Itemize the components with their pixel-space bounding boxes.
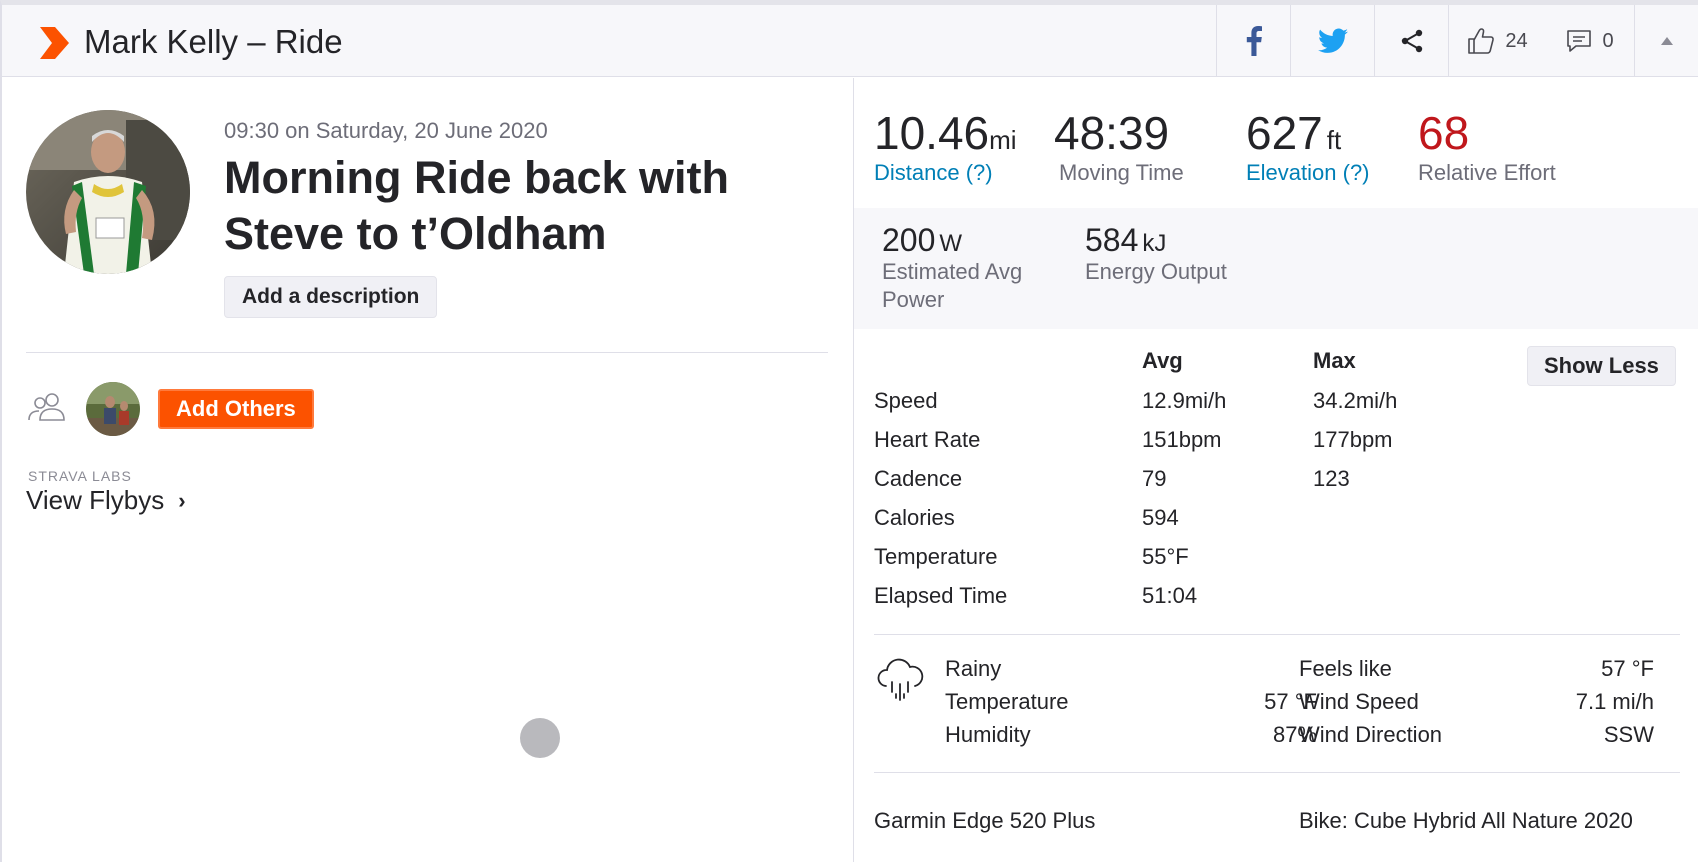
row-max: 34.2mi/h (1313, 388, 1398, 413)
view-flybys-link[interactable]: View Flybys › (26, 485, 186, 516)
wind-speed-value: 7.1 mi/h (1575, 689, 1654, 714)
header-title: Mark Kelly – Ride (84, 23, 343, 60)
energy-unit: kJ (1142, 230, 1167, 257)
share-twitter-button[interactable] (1290, 5, 1374, 77)
show-less-button[interactable]: Show Less (1527, 346, 1676, 386)
weather-humidity-label: Humidity (945, 722, 1031, 747)
energy-stat: 584 kJ Energy Output (1085, 222, 1227, 286)
power-label-line2: Power (882, 287, 945, 312)
strava-chevron-icon (40, 27, 69, 59)
activity-summary-panel: 09:30 on Saturday, 20 June 2020 Morning … (2, 78, 854, 862)
kudos-count: 24 (1505, 29, 1528, 52)
map-loading-indicator (520, 718, 560, 758)
row-label: Cadence (874, 466, 963, 491)
add-others-button[interactable]: Add Others (158, 389, 314, 429)
elevation-label-link[interactable]: Elevation (?) (1246, 160, 1370, 186)
feels-like-label: Feels like (1299, 656, 1392, 681)
section-divider (874, 634, 1680, 635)
energy-label: Energy Output (1085, 259, 1227, 284)
row-max: 177bpm (1313, 427, 1393, 452)
strava-labs-label: STRAVA LABS (28, 468, 132, 484)
energy-value: 584 (1085, 222, 1139, 258)
elevation-stat: 627 ft Elevation (?) (1246, 108, 1370, 186)
weather-temperature-label: Temperature (945, 689, 1069, 714)
add-description-button[interactable]: Add a description (224, 276, 438, 318)
caret-up-icon (1660, 37, 1673, 45)
row-avg: 79 (1142, 466, 1167, 491)
table-row: Heart Rate 151bpm 177bpm (874, 427, 1674, 463)
activity-title[interactable]: Morning Ride back with Steve to t’Oldham (224, 150, 784, 262)
elevation-value: 627 (1246, 107, 1323, 159)
power-value: 200 (882, 222, 936, 258)
section-divider (26, 352, 828, 353)
distance-stat: 10.46mi Distance (?) (874, 108, 1017, 186)
relative-effort-label: Relative Effort (1418, 160, 1556, 185)
wind-speed-label: Wind Speed (1299, 689, 1419, 714)
row-max: 123 (1313, 466, 1350, 491)
distance-value: 10.46 (874, 107, 990, 159)
activity-stats-panel: 10.46mi Distance (?) 48:39 Moving Time 6… (854, 78, 1698, 862)
relative-effort-stat[interactable]: 68 Relative Effort (1418, 108, 1556, 186)
row-label: Elapsed Time (874, 583, 1008, 608)
share-icon (1401, 29, 1422, 53)
moving-time-stat: 48:39 Moving Time (1054, 108, 1184, 186)
group-athletes-icon (28, 393, 65, 421)
power-label-line1: Estimated Avg (882, 259, 1023, 284)
elevation-unit: ft (1326, 125, 1342, 155)
bike-name[interactable]: Bike: Cube Hybrid All Nature 2020 (1299, 808, 1633, 834)
weather-condition: Rainy (945, 656, 1002, 681)
row-label: Heart Rate (874, 427, 981, 452)
row-avg: 51:04 (1142, 583, 1198, 608)
section-divider (874, 772, 1680, 773)
share-facebook-button[interactable] (1216, 5, 1290, 77)
power-unit: W (939, 230, 963, 257)
row-avg: 55°F (1142, 544, 1189, 569)
wind-direction-value: SSW (1603, 722, 1654, 747)
comment-icon (1567, 30, 1592, 52)
avg-column-header: Avg (1142, 348, 1183, 373)
table-row: Temperature 55°F (874, 544, 1674, 580)
facebook-icon (1246, 26, 1262, 56)
power-stats-band: 200 W Estimated Avg Power 584 kJ Energy Ou… (854, 208, 1698, 329)
table-row: Calories 594 (874, 505, 1674, 541)
row-label: Temperature (874, 544, 998, 569)
row-avg: 151bpm (1142, 427, 1222, 452)
row-avg: 594 (1142, 505, 1179, 530)
max-column-header: Max (1313, 348, 1356, 373)
rain-cloud-icon (877, 658, 924, 701)
power-stat: 200 W Estimated Avg Power (882, 222, 1022, 314)
relative-effort-value: 68 (1418, 107, 1470, 159)
kudos-button[interactable]: 24 (1448, 5, 1546, 77)
table-row: Elapsed Time 51:04 (874, 583, 1674, 619)
activity-date: 09:30 on Saturday, 20 June 2020 (224, 118, 548, 143)
share-button[interactable] (1374, 5, 1448, 77)
collapse-header-button[interactable] (1634, 5, 1698, 77)
view-flybys-label: View Flybys (26, 485, 165, 515)
distance-unit: mi (989, 125, 1017, 155)
comment-button[interactable]: 0 (1546, 5, 1634, 77)
table-row: Cadence 79 123 (874, 466, 1674, 502)
row-label: Speed (874, 388, 938, 413)
moving-time-value: 48:39 (1054, 107, 1170, 159)
feels-like-value: 57 °F (1601, 656, 1654, 681)
twitter-icon (1317, 28, 1348, 53)
moving-time-label: Moving Time (1059, 160, 1184, 185)
distance-label-link[interactable]: Distance (?) (874, 160, 1017, 186)
chevron-right-icon: › (178, 487, 186, 513)
activity-header: Mark Kelly – Ride 24 0 (2, 5, 1698, 77)
row-avg: 12.9mi/h (1142, 388, 1227, 413)
device-name: Garmin Edge 520 Plus (874, 808, 1096, 833)
row-label: Calories (874, 505, 955, 530)
wind-direction-label: Wind Direction (1299, 722, 1443, 747)
comment-count: 0 (1602, 29, 1614, 52)
table-row: Speed 12.9mi/h 34.2mi/h (874, 388, 1674, 424)
group-athlete-avatar[interactable] (86, 382, 140, 436)
thumbs-up-icon (1468, 28, 1495, 54)
athlete-avatar[interactable] (26, 110, 190, 274)
